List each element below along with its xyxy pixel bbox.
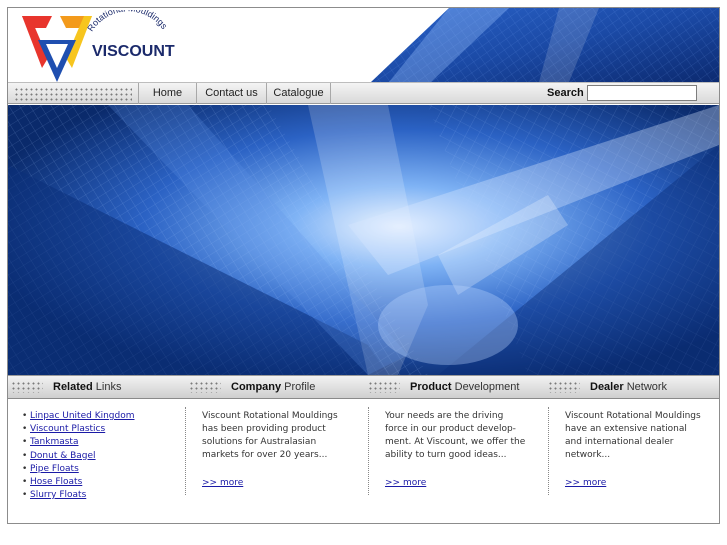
header-banner-image	[299, 8, 719, 82]
list-item: • Viscount Plastics	[22, 424, 106, 435]
hero-banner-image	[8, 105, 719, 375]
column-divider	[368, 407, 369, 495]
list-item: • Tankmasta	[22, 437, 79, 448]
column-divider	[185, 407, 186, 495]
nav-catalogue-link[interactable]: Catalogue	[266, 83, 331, 104]
product-development-more-link[interactable]: >> more	[385, 478, 426, 488]
list-item: • Donut & Bagel	[22, 450, 96, 461]
link-pipe-floats[interactable]: Pipe Floats	[30, 464, 79, 474]
page-frame: Rotational Mouldings VISCOUNT	[7, 7, 720, 524]
decorative-dots	[14, 87, 132, 101]
decorative-dots	[189, 381, 221, 393]
nav-contact-link[interactable]: Contact us	[196, 83, 266, 104]
section-title: Related Links	[53, 381, 122, 393]
related-links-list: • Linpac United Kingdom • Viscount Plastic…	[22, 410, 135, 502]
logo-tagline-top: Rotational Mouldings	[85, 10, 169, 33]
list-item: • Linpac United Kingdom	[22, 411, 135, 421]
section-bar: Related Links Company Profile Product De…	[8, 375, 719, 399]
section-title: Product Development	[410, 381, 520, 393]
list-item: • Pipe Floats	[22, 463, 79, 474]
list-item: • Slurry Floats	[22, 490, 87, 501]
dealer-network-more-link[interactable]: >> more	[565, 478, 606, 488]
section-title: Company Profile	[231, 381, 316, 393]
viscount-logo[interactable]: Rotational Mouldings VISCOUNT	[20, 8, 180, 82]
company-profile-more-link[interactable]: >> more	[202, 478, 243, 488]
link-donut-bagel[interactable]: Donut & Bagel	[30, 451, 96, 461]
product-development-text: Your needs are the driving force in our …	[385, 411, 526, 460]
decorative-dots	[11, 381, 43, 393]
link-slurry-floats[interactable]: Slurry Floats	[30, 490, 86, 500]
nav-home-link[interactable]: Home	[138, 83, 196, 104]
link-hose-floats[interactable]: Hose Floats	[30, 477, 82, 487]
decorative-dots	[368, 381, 400, 393]
section-title: Dealer Network	[590, 381, 668, 393]
logo-brand: VISCOUNT	[92, 43, 175, 60]
search-label: Search :	[547, 87, 591, 99]
company-profile-text: Viscount Rotational Mouldings has been p…	[202, 411, 338, 460]
link-viscount-plastics[interactable]: Viscount Plastics	[30, 424, 105, 434]
search-input[interactable]	[587, 85, 697, 101]
nav-bar: Home Contact us Catalogue Search :	[8, 82, 719, 104]
link-linpac[interactable]: Linpac United Kingdom	[30, 411, 135, 421]
nav-menu: Home Contact us Catalogue	[138, 83, 331, 104]
dealer-network-text: Viscount Rotational Mouldings have an ex…	[565, 411, 701, 460]
list-item: • Hose Floats	[22, 476, 83, 487]
header: Rotational Mouldings VISCOUNT	[8, 8, 719, 82]
column-divider	[548, 407, 549, 495]
link-tankmasta[interactable]: Tankmasta	[30, 437, 78, 447]
decorative-dots	[548, 381, 580, 393]
